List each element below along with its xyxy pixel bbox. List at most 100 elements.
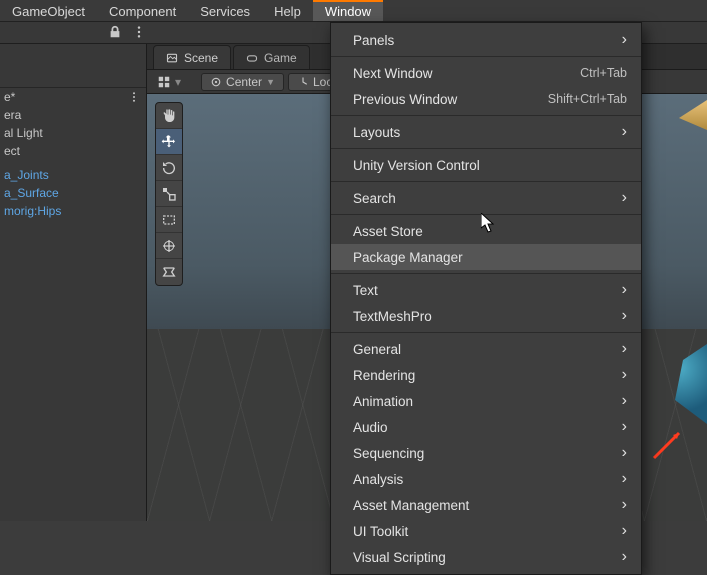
hierarchy-scene-header[interactable]: e*	[0, 88, 146, 106]
menu-gameobject[interactable]: GameObject	[0, 0, 97, 21]
menu-item-unity-version-control[interactable]: Unity Version Control	[331, 152, 641, 178]
chevron-right-icon: ›	[622, 307, 627, 325]
tab-label: Scene	[184, 51, 218, 65]
hierarchy-panel: e* era al Light ect a_Joints a_Surface m…	[0, 44, 147, 521]
custom-tool[interactable]	[156, 259, 182, 285]
menu-separator	[331, 181, 641, 182]
tab-scene[interactable]: Scene	[153, 45, 231, 69]
chevron-right-icon: ›	[622, 281, 627, 299]
menu-item-layouts[interactable]: Layouts ›	[331, 119, 641, 145]
chevron-right-icon: ›	[622, 522, 627, 540]
menu-separator	[331, 273, 641, 274]
pivot-label: Center	[226, 75, 262, 89]
menu-item-label: Analysis	[353, 472, 403, 487]
move-tool[interactable]	[156, 129, 182, 155]
hierarchy-item[interactable]: ect	[0, 142, 146, 160]
menu-separator	[331, 148, 641, 149]
menu-item-label: Visual Scripting	[353, 550, 446, 565]
menu-item-label: Search	[353, 191, 396, 206]
game-icon	[246, 52, 258, 64]
menu-item-analysis[interactable]: Analysis ›	[331, 466, 641, 492]
hierarchy-item-prefab[interactable]: a_Surface	[0, 184, 146, 202]
menu-separator	[331, 214, 641, 215]
menu-item-general[interactable]: General ›	[331, 336, 641, 362]
scene-tool-column	[155, 102, 183, 286]
menu-item-label: Unity Version Control	[353, 158, 480, 173]
lock-icon[interactable]	[108, 25, 122, 42]
menu-item-label: UI Toolkit	[353, 524, 408, 539]
kebab-menu-icon[interactable]	[132, 25, 146, 42]
menu-shortcut: Ctrl+Tab	[580, 66, 627, 80]
tab-label: Game	[264, 51, 297, 65]
tab-game[interactable]: Game	[233, 45, 310, 69]
pivot-icon	[210, 76, 222, 88]
chevron-right-icon: ›	[622, 340, 627, 358]
menu-item-ui-toolkit[interactable]: UI Toolkit ›	[331, 518, 641, 544]
menu-item-label: Previous Window	[353, 92, 457, 107]
hierarchy-item-prefab[interactable]: a_Joints	[0, 166, 146, 184]
menu-item-textmeshpro[interactable]: TextMeshPro ›	[331, 303, 641, 329]
chevron-right-icon: ›	[622, 470, 627, 488]
chevron-right-icon: ›	[622, 418, 627, 436]
menu-item-previous-window[interactable]: Previous Window Shift+Ctrl+Tab	[331, 86, 641, 112]
chevron-right-icon: ›	[622, 548, 627, 566]
tool-dropdown-icon[interactable]	[157, 75, 171, 89]
menu-shortcut: Shift+Ctrl+Tab	[548, 92, 627, 106]
hierarchy-item[interactable]: al Light	[0, 124, 146, 142]
chevron-right-icon: ›	[622, 189, 627, 207]
menu-item-visual-scripting[interactable]: Visual Scripting ›	[331, 544, 641, 570]
hierarchy-item-prefab[interactable]: morig:Hips	[0, 202, 146, 220]
scene-name-label: e*	[4, 90, 15, 104]
chevron-right-icon: ›	[622, 444, 627, 462]
menu-item-label: Animation	[353, 394, 413, 409]
menu-window[interactable]: Window	[313, 0, 383, 21]
menu-item-asset-management[interactable]: Asset Management ›	[331, 492, 641, 518]
menu-item-label: General	[353, 342, 401, 357]
scale-tool[interactable]	[156, 181, 182, 207]
menu-help[interactable]: Help	[262, 0, 313, 21]
menu-separator	[331, 332, 641, 333]
menu-item-audio[interactable]: Audio ›	[331, 414, 641, 440]
menu-item-label: Panels	[353, 33, 394, 48]
menu-item-label: Asset Management	[353, 498, 469, 513]
menu-bar: GameObject Component Services Help Windo…	[0, 0, 707, 22]
pivot-mode-button[interactable]: Center ▼	[201, 73, 284, 91]
menu-item-package-manager[interactable]: Package Manager	[331, 244, 641, 270]
hand-tool[interactable]	[156, 103, 182, 129]
menu-item-search[interactable]: Search ›	[331, 185, 641, 211]
scene-object	[667, 100, 707, 130]
menu-component[interactable]: Component	[97, 0, 188, 21]
menu-item-label: Text	[353, 283, 378, 298]
axis-gizmo-arrow	[649, 423, 689, 463]
menu-services[interactable]: Services	[188, 0, 262, 21]
local-icon	[297, 76, 309, 88]
chevron-right-icon: ›	[622, 123, 627, 141]
menu-item-label: Rendering	[353, 368, 415, 383]
scene-icon	[166, 52, 178, 64]
transform-tool[interactable]	[156, 233, 182, 259]
window-menu-dropdown: Panels › Next Window Ctrl+Tab Previous Windo…	[330, 22, 642, 575]
chevron-right-icon: ›	[622, 366, 627, 384]
menu-item-asset-store[interactable]: Asset Store	[331, 218, 641, 244]
chevron-right-icon: ›	[622, 392, 627, 410]
kebab-menu-icon[interactable]	[128, 91, 140, 103]
chevron-right-icon: ›	[622, 31, 627, 49]
menu-item-label: Next Window	[353, 66, 433, 81]
menu-item-panels[interactable]: Panels ›	[331, 27, 641, 53]
menu-item-label: TextMeshPro	[353, 309, 432, 324]
menu-item-animation[interactable]: Animation ›	[331, 388, 641, 414]
menu-item-sequencing[interactable]: Sequencing ›	[331, 440, 641, 466]
menu-separator	[331, 115, 641, 116]
menu-item-text[interactable]: Text ›	[331, 277, 641, 303]
rotate-tool[interactable]	[156, 155, 182, 181]
hierarchy-item[interactable]: era	[0, 106, 146, 124]
rect-tool[interactable]	[156, 207, 182, 233]
menu-item-label: Asset Store	[353, 224, 423, 239]
menu-separator	[331, 56, 641, 57]
chevron-right-icon: ›	[622, 496, 627, 514]
menu-item-label: Layouts	[353, 125, 400, 140]
menu-item-next-window[interactable]: Next Window Ctrl+Tab	[331, 60, 641, 86]
menu-item-rendering[interactable]: Rendering ›	[331, 362, 641, 388]
menu-item-label: Audio	[353, 420, 388, 435]
menu-item-label: Sequencing	[353, 446, 424, 461]
